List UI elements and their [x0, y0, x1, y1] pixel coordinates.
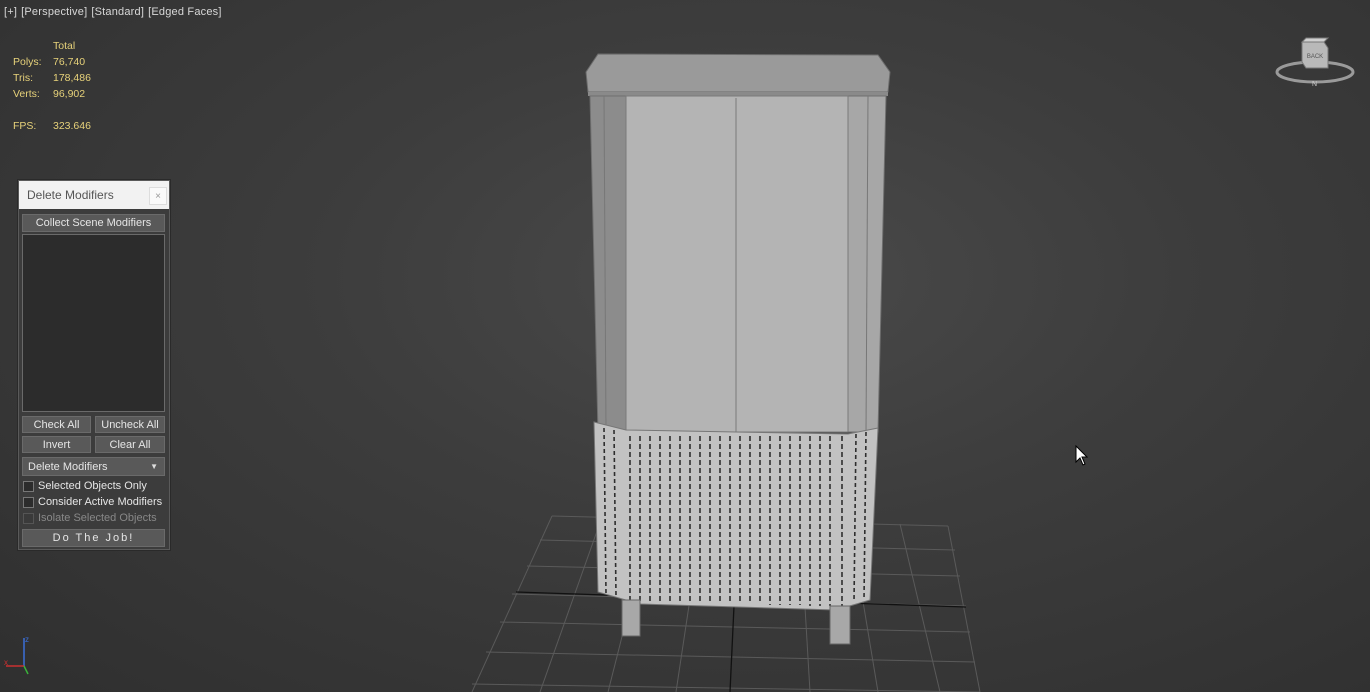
tris-value: 178,486	[53, 72, 91, 84]
axis-z-label: z	[25, 635, 29, 644]
compass-north-label: N	[1312, 81, 1317, 88]
delete-modifiers-dialog: Delete Modifiers × Collect Scene Modifie…	[18, 180, 170, 550]
scene-statistics: Total Polys: 76,740 Tris: 178,486 Verts: 96…	[13, 38, 91, 134]
viewcube-face-label: BACK	[1307, 54, 1323, 60]
clear-all-button[interactable]: Clear All	[95, 436, 165, 453]
viewport-mode-label[interactable]: [Edged Faces]	[148, 6, 222, 18]
polys-label: Polys:	[13, 56, 42, 68]
dropdown-arrow-icon: ▼	[150, 462, 158, 471]
viewport-scene[interactable]	[0, 0, 1370, 692]
checkbox-box[interactable]	[23, 496, 34, 508]
verts-label: Verts:	[13, 88, 40, 100]
modifiers-listbox[interactable]	[22, 234, 165, 412]
do-the-job-button[interactable]: Do The Job!	[22, 529, 165, 547]
dialog-title: Delete Modifiers	[27, 188, 114, 202]
checkbox-label: Selected Objects Only	[38, 480, 147, 492]
viewport-shading-label[interactable]: [Standard]	[91, 6, 144, 18]
uncheck-all-button[interactable]: Uncheck All	[95, 416, 165, 433]
fps-label: FPS:	[13, 120, 37, 132]
viewport-menu-plus[interactable]: [+]	[4, 6, 17, 18]
polys-value: 76,740	[53, 56, 86, 68]
axis-x-label: x	[4, 658, 8, 667]
close-icon[interactable]: ×	[149, 187, 167, 205]
fps-value: 323.646	[53, 120, 91, 132]
collect-scene-modifiers-button[interactable]: Collect Scene Modifiers	[22, 214, 165, 232]
viewport-label[interactable]: [+] [Perspective] [Standard] [Edged Faces]	[4, 6, 226, 18]
stats-header: Total	[53, 40, 76, 52]
tris-label: Tris:	[13, 72, 34, 84]
cabinet-model	[585, 53, 891, 645]
invert-button[interactable]: Invert	[22, 436, 91, 453]
checkbox-box[interactable]	[23, 480, 34, 492]
checkbox-box	[23, 512, 34, 524]
selected-objects-only-checkbox[interactable]: Selected Objects Only	[23, 480, 147, 492]
action-dropdown-value: Delete Modifiers	[28, 460, 108, 473]
dialog-titlebar[interactable]: Delete Modifiers ×	[19, 181, 169, 209]
verts-value: 96,902	[53, 88, 86, 100]
viewport-view-label[interactable]: [Perspective]	[21, 6, 87, 18]
checkbox-label: Isolate Selected Objects	[38, 512, 157, 524]
isolate-selected-objects-checkbox: Isolate Selected Objects	[23, 512, 157, 524]
checkbox-label: Consider Active Modifiers	[38, 496, 163, 508]
consider-active-modifiers-checkbox[interactable]: Consider Active Modifiers	[23, 496, 162, 508]
axis-gizmo-icon: z x	[4, 635, 29, 675]
mouse-cursor-icon	[1075, 445, 1089, 466]
check-all-button[interactable]: Check All	[22, 416, 91, 433]
action-dropdown[interactable]: Delete Modifiers ▼	[22, 457, 165, 476]
viewcube-icon[interactable]: BACK N	[1274, 34, 1356, 90]
